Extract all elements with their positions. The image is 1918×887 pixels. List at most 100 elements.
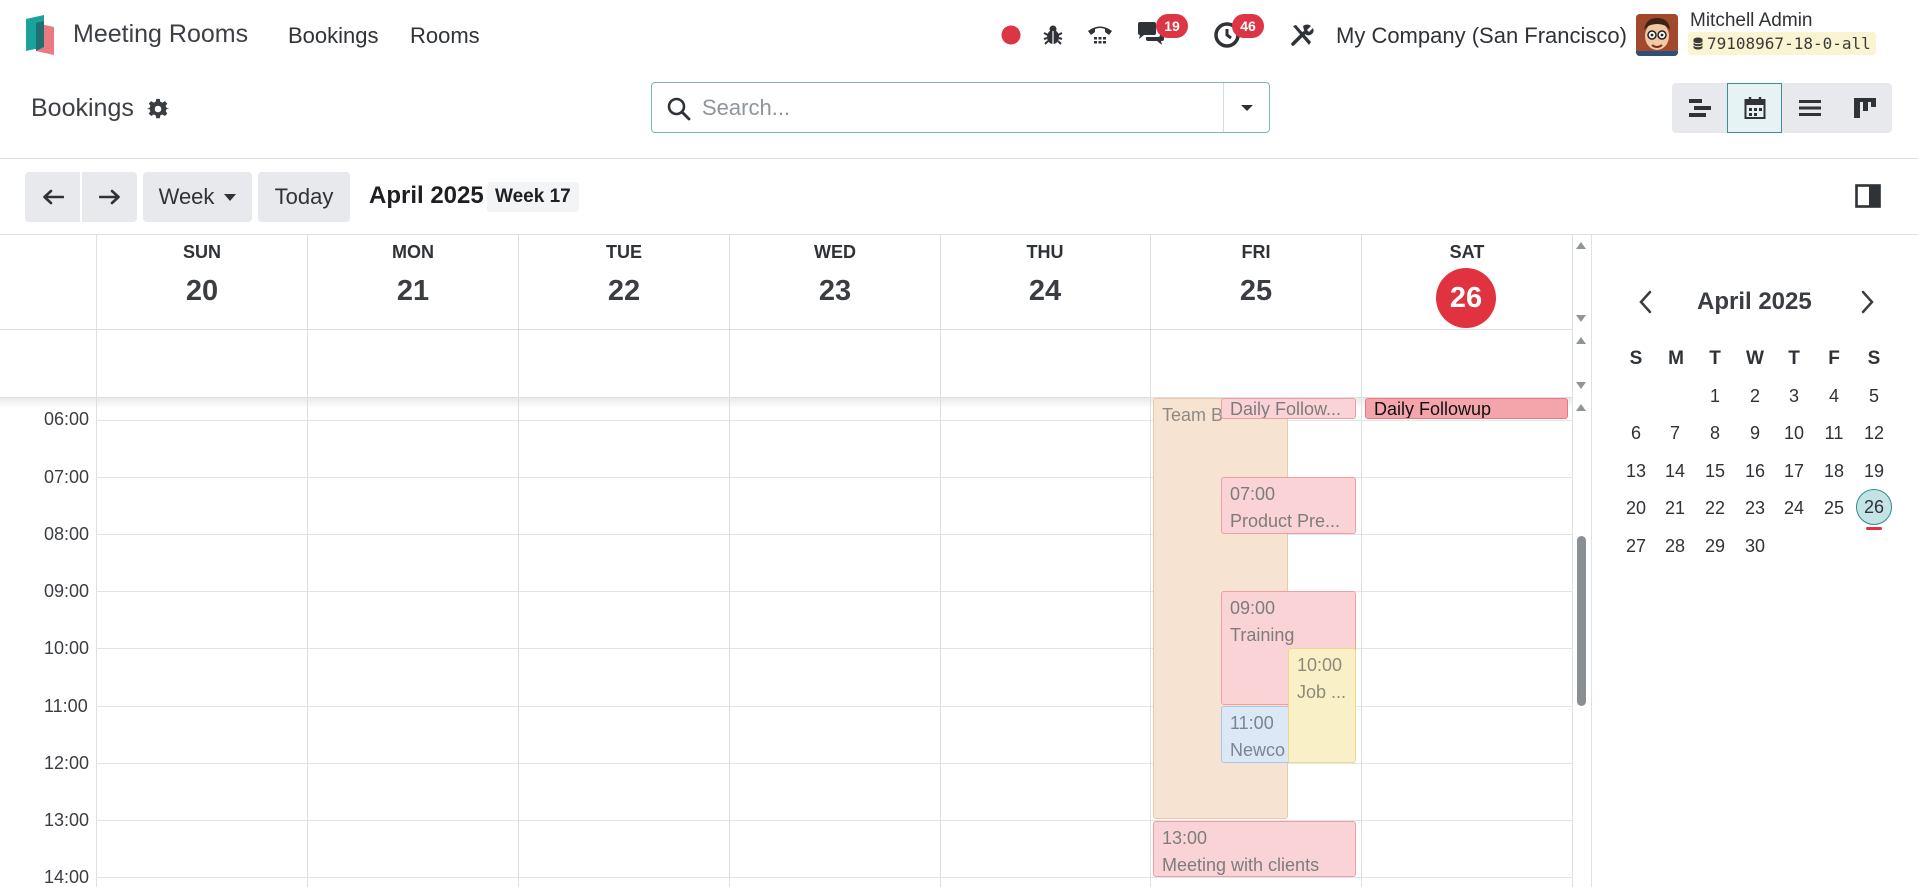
mini-calendar-day[interactable]: 3: [1776, 386, 1812, 407]
day-header-wed[interactable]: WED: [730, 242, 940, 263]
debug-bug-icon[interactable]: [1038, 20, 1068, 50]
event-newcomer[interactable]: 11:00 Newco: [1221, 706, 1291, 763]
mini-calendar-day[interactable]: 7: [1657, 423, 1693, 444]
day-number-wed[interactable]: 23: [730, 275, 940, 308]
gear-icon[interactable]: [147, 98, 169, 120]
day-number-thu[interactable]: 24: [940, 275, 1150, 308]
scale-dropdown[interactable]: Week: [143, 172, 252, 222]
header-divider: [0, 329, 1573, 330]
day-header-mon[interactable]: MON: [308, 242, 518, 263]
mini-calendar-day[interactable]: 18: [1816, 461, 1852, 482]
day-header-sat[interactable]: SAT: [1362, 242, 1572, 263]
hour-label: 14:00: [44, 867, 90, 887]
hour-line: [96, 534, 1573, 535]
view-calendar-button[interactable]: [1727, 83, 1782, 133]
event-daily-followup-fri[interactable]: Daily Follow...: [1221, 398, 1356, 419]
phone-icon[interactable]: [1085, 20, 1115, 50]
mini-calendar-day[interactable]: 27: [1618, 536, 1654, 557]
previous-button[interactable]: [25, 172, 80, 222]
arrow-right-icon: [98, 189, 120, 205]
database-name: 79108967-18-0-all: [1707, 34, 1871, 53]
mini-calendar-day[interactable]: 23: [1737, 498, 1773, 519]
search-input[interactable]: [702, 91, 1202, 125]
mini-calendar-day[interactable]: 5: [1856, 386, 1892, 407]
view-kanban-button[interactable]: [1837, 83, 1892, 133]
scroll-down-icon[interactable]: [1574, 381, 1588, 391]
hour-label: 08:00: [44, 524, 90, 544]
mini-calendar-day[interactable]: 9: [1737, 423, 1773, 444]
chevron-right-icon[interactable]: [1857, 289, 1877, 315]
mini-calendar-day[interactable]: 19: [1856, 461, 1892, 482]
mini-calendar-day[interactable]: 14: [1657, 461, 1693, 482]
event-product-presentation[interactable]: 07:00 Product Pre...: [1221, 477, 1356, 534]
user-avatar[interactable]: [1636, 14, 1678, 56]
mini-calendar-day[interactable]: 28: [1657, 536, 1693, 557]
mini-calendar-day[interactable]: 21: [1657, 498, 1693, 519]
day-number-tue[interactable]: 22: [519, 275, 729, 308]
mini-calendar-day[interactable]: 20: [1618, 498, 1654, 519]
mini-calendar-day[interactable]: 15: [1697, 461, 1733, 482]
scroll-up-icon[interactable]: [1574, 240, 1588, 250]
mini-calendar-day[interactable]: 1: [1697, 386, 1733, 407]
mini-weekday: F: [1828, 348, 1840, 369]
mini-calendar-day[interactable]: 12: [1856, 423, 1892, 444]
next-button[interactable]: [82, 172, 137, 222]
menu-rooms[interactable]: Rooms: [410, 23, 480, 49]
chevron-left-icon[interactable]: [1636, 289, 1656, 315]
event-title: Training: [1230, 625, 1295, 645]
mini-calendar-day[interactable]: 17: [1776, 461, 1812, 482]
column-line: [307, 235, 308, 887]
caret-down-icon: [224, 193, 237, 201]
mini-calendar-day[interactable]: 8: [1697, 423, 1733, 444]
scroll-down-icon[interactable]: [1574, 314, 1588, 324]
vertical-scrollbar-thumb[interactable]: [1577, 536, 1586, 706]
day-number-mon[interactable]: 21: [308, 275, 518, 308]
view-list-button[interactable]: [1782, 83, 1837, 133]
mini-calendar-today[interactable]: 26: [1856, 489, 1892, 525]
event-time: 11:00: [1230, 713, 1274, 733]
company-switcher[interactable]: My Company (San Francisco): [1336, 23, 1627, 49]
app-logo-icon[interactable]: [24, 15, 56, 55]
mini-calendar-day[interactable]: 4: [1816, 386, 1852, 407]
day-header-tue[interactable]: TUE: [519, 242, 729, 263]
user-name[interactable]: Mitchell Admin: [1690, 10, 1813, 32]
mini-calendar-day[interactable]: 16: [1737, 461, 1773, 482]
view-gantt-button[interactable]: [1672, 83, 1727, 133]
today-date-badge[interactable]: 26: [1436, 268, 1496, 328]
mini-calendar-day[interactable]: 25: [1816, 498, 1852, 519]
column-line: [1572, 235, 1573, 887]
search-options-toggle[interactable]: [1223, 83, 1270, 132]
event-job-interview[interactable]: 10:00 Job ...: [1288, 648, 1356, 763]
day-header-sun[interactable]: SUN: [97, 242, 307, 263]
day-header-fri[interactable]: FRI: [1151, 242, 1361, 263]
mini-calendar-day[interactable]: 13: [1618, 461, 1654, 482]
scroll-up-icon[interactable]: [1574, 402, 1588, 412]
day-number-fri[interactable]: 25: [1151, 275, 1361, 308]
menu-bookings[interactable]: Bookings: [288, 23, 379, 49]
side-panel-toggle-icon[interactable]: [1855, 184, 1881, 208]
column-line: [96, 235, 97, 887]
mini-calendar-day[interactable]: 11: [1816, 423, 1852, 444]
mini-calendar-day[interactable]: 24: [1776, 498, 1812, 519]
today-indicator: [1866, 527, 1882, 530]
search-icon: [667, 97, 691, 121]
day-number-sun[interactable]: 20: [97, 275, 307, 308]
mini-calendar-day[interactable]: 29: [1697, 536, 1733, 557]
app-name[interactable]: Meeting Rooms: [73, 20, 248, 49]
mini-calendar-day[interactable]: 22: [1697, 498, 1733, 519]
mini-calendar-day[interactable]: 10: [1776, 423, 1812, 444]
mini-calendar-day[interactable]: 6: [1618, 423, 1654, 444]
event-meeting-with-clients[interactable]: 13:00 Meeting with clients: [1153, 821, 1356, 877]
day-header-thu[interactable]: THU: [940, 242, 1150, 263]
scroll-up-icon[interactable]: [1574, 335, 1588, 345]
mini-calendar-day[interactable]: 30: [1737, 536, 1773, 557]
database-tag: 79108967-18-0-all: [1688, 32, 1876, 55]
today-button[interactable]: Today: [258, 172, 350, 222]
mini-calendar-day[interactable]: 2: [1737, 386, 1773, 407]
event-daily-followup-sat[interactable]: Daily Followup: [1365, 398, 1568, 419]
recording-icon[interactable]: [996, 20, 1026, 50]
week-calendar-grid[interactable]: SUN 20 MON 21 TUE 22 WED 23 THU 24 FRI 2…: [0, 235, 1592, 887]
mini-weekday: S: [1629, 348, 1643, 369]
tools-icon[interactable]: [1287, 20, 1317, 50]
event-title: Meeting with clients: [1162, 855, 1320, 875]
